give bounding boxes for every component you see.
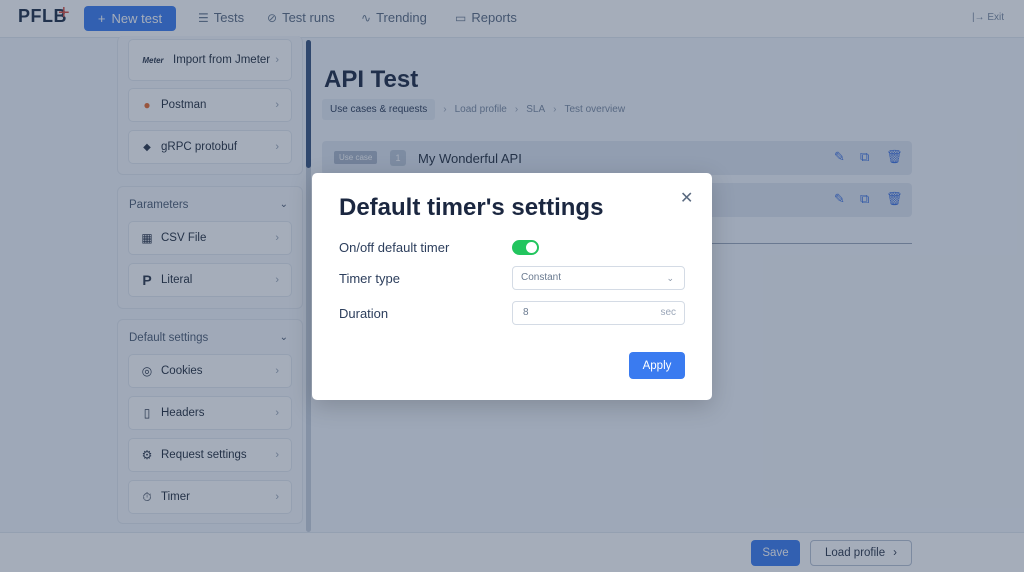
apply-button[interactable]: Apply <box>629 352 685 379</box>
timer-type-select[interactable]: Constant ⌄ <box>512 266 685 290</box>
duration-value: 8 <box>523 307 529 318</box>
timer-type-value: Constant <box>521 272 562 283</box>
toggle-label: On/off default timer <box>339 240 450 255</box>
chevron-down-icon: ⌄ <box>666 273 674 283</box>
duration-label: Duration <box>339 306 389 321</box>
duration-unit: sec <box>660 307 676 318</box>
default-timer-toggle[interactable] <box>512 240 539 255</box>
close-icon[interactable]: ✕ <box>680 188 693 208</box>
timer-settings-modal: Default timer's settings ✕ On/off defaul… <box>312 173 712 400</box>
modal-title: Default timer's settings <box>339 194 604 221</box>
duration-input[interactable]: 8 sec <box>512 301 685 325</box>
toggle-knob <box>526 242 537 253</box>
timer-type-label: Timer type <box>339 271 400 286</box>
